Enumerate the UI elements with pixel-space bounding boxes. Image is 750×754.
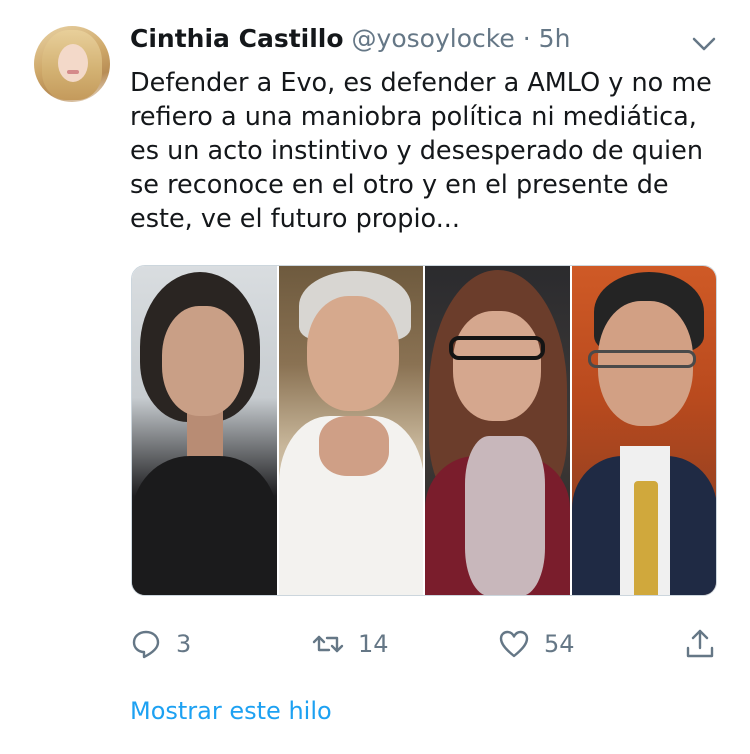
media-photo-4[interactable] xyxy=(569,266,716,595)
retweet-icon xyxy=(312,635,344,653)
photo-face xyxy=(162,306,244,416)
tweet[interactable]: Cinthia Castillo @yosoylocke · 5h Defend… xyxy=(0,0,750,754)
heart-icon xyxy=(499,630,529,658)
media-grid[interactable] xyxy=(131,265,717,596)
media-photo-3[interactable] xyxy=(423,266,570,595)
like-count: 54 xyxy=(544,630,575,658)
show-thread-link[interactable]: Mostrar este hilo xyxy=(130,697,332,725)
author-name[interactable]: Cinthia Castillo xyxy=(130,24,344,53)
avatar-face xyxy=(58,44,88,82)
tweet-header: Cinthia Castillo @yosoylocke · 5h xyxy=(130,24,570,53)
tweet-text: Defender a Evo, es defender a AMLO y no … xyxy=(130,68,712,234)
share-icon xyxy=(686,629,714,658)
separator-dot: · xyxy=(522,24,531,53)
tweet-actions: 3 14 54 xyxy=(130,628,720,668)
reply-button[interactable]: 3 xyxy=(130,628,191,660)
avatar[interactable] xyxy=(34,26,110,102)
photo-face xyxy=(306,296,399,411)
reply-icon xyxy=(132,630,160,659)
photo-hand xyxy=(318,416,389,476)
like-button[interactable]: 54 xyxy=(498,628,575,660)
author-handle[interactable]: @yosoylocke xyxy=(352,24,515,53)
photo-scarf xyxy=(465,436,545,595)
retweet-button[interactable]: 14 xyxy=(312,628,389,660)
photo-glasses xyxy=(587,350,696,368)
tweet-time[interactable]: 5h xyxy=(539,24,571,53)
share-button[interactable] xyxy=(684,628,716,660)
retweet-count: 14 xyxy=(358,630,389,658)
photo-face xyxy=(453,311,541,421)
reply-count: 3 xyxy=(176,630,192,658)
chevron-down-icon[interactable] xyxy=(690,34,718,54)
photo-body xyxy=(132,456,277,595)
photo-tie xyxy=(633,481,658,595)
photo-glasses xyxy=(449,336,545,360)
media-photo-1[interactable] xyxy=(132,266,277,595)
avatar-lips xyxy=(67,70,79,74)
media-photo-2[interactable] xyxy=(276,266,423,595)
